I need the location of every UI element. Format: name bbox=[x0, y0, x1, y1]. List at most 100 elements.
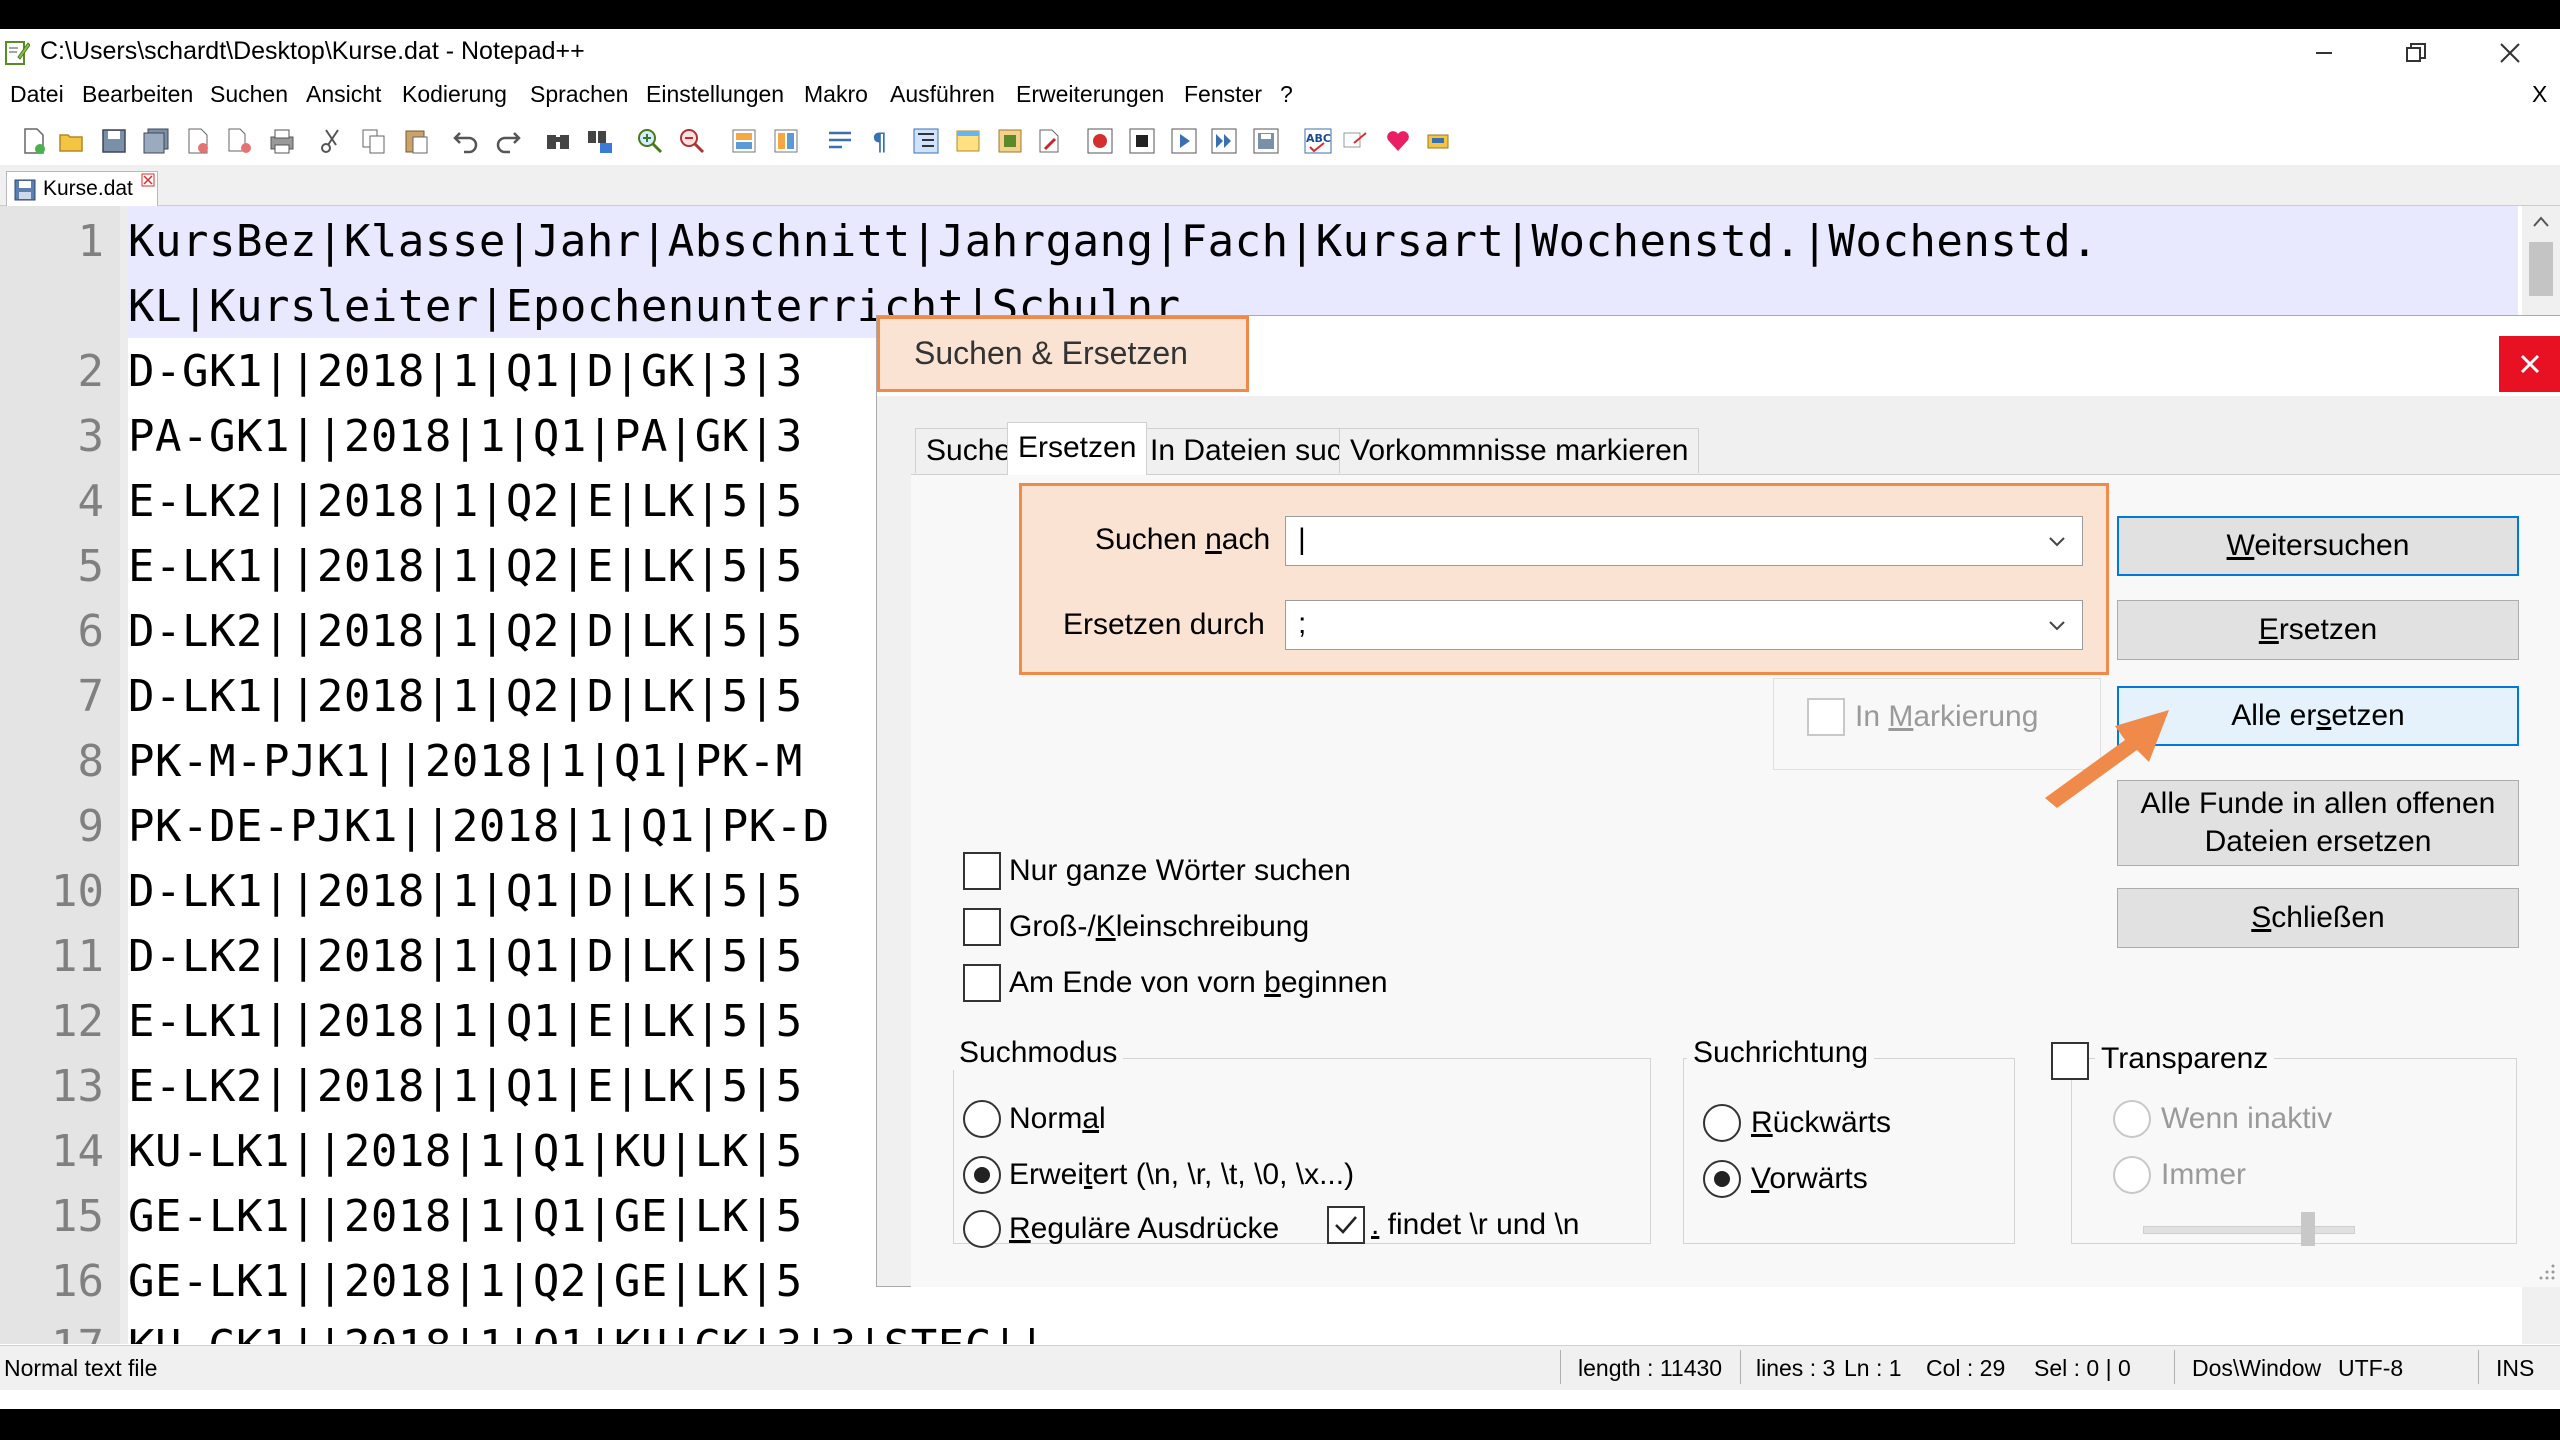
dialog-title: Suchen & Ersetzen bbox=[914, 335, 1188, 371]
word-wrap-icon[interactable] bbox=[826, 127, 854, 155]
new-file-icon[interactable] bbox=[20, 127, 48, 155]
mode-regex-radio[interactable] bbox=[963, 1210, 1001, 1248]
heart-icon[interactable] bbox=[1384, 127, 1412, 155]
show-all-characters-icon[interactable]: ¶ bbox=[866, 127, 894, 155]
mode-extended-radio[interactable] bbox=[963, 1156, 1001, 1194]
spell-check-icon[interactable]: ABC bbox=[1304, 127, 1332, 155]
replace-all-open-docs-button[interactable]: Alle Funde in allen offenen Dateien erse… bbox=[2117, 780, 2519, 866]
tab-vorkommnisse-markieren[interactable]: Vorkommnisse markieren bbox=[1339, 428, 1700, 473]
line-number: 6 bbox=[77, 606, 105, 657]
in-selection-checkbox[interactable] bbox=[1807, 698, 1845, 736]
menu-suchen[interactable]: Suchen bbox=[210, 81, 288, 108]
chevron-down-icon[interactable] bbox=[2042, 611, 2072, 641]
line-number: 2 bbox=[77, 346, 105, 397]
plugin-icon[interactable] bbox=[1424, 127, 1452, 155]
paste-icon[interactable] bbox=[402, 127, 430, 155]
arrow-pointer-icon bbox=[2045, 710, 2169, 808]
folder-workspace-icon[interactable] bbox=[1036, 127, 1064, 155]
function-list-icon[interactable] bbox=[996, 127, 1024, 155]
save-macro-icon[interactable] bbox=[1252, 127, 1280, 155]
scroll-up-icon[interactable] bbox=[2531, 214, 2551, 230]
replace-all-button[interactable]: Alle ersetzen bbox=[2117, 686, 2519, 746]
whole-word-checkbox[interactable] bbox=[963, 852, 1001, 890]
tab-close-icon[interactable] bbox=[141, 173, 155, 187]
match-case-checkbox[interactable] bbox=[963, 908, 1001, 946]
spell-check-next-icon[interactable] bbox=[1342, 127, 1370, 155]
copy-icon[interactable] bbox=[360, 127, 388, 155]
status-lines: lines : 3 bbox=[1756, 1355, 1836, 1381]
wrap-around-checkbox[interactable] bbox=[963, 964, 1001, 1002]
close-file-icon[interactable] bbox=[184, 127, 212, 155]
line-number: 3 bbox=[77, 411, 105, 462]
svg-text:ABC: ABC bbox=[1306, 132, 1331, 145]
close-icon bbox=[2520, 354, 2540, 374]
replace-value: ; bbox=[1298, 607, 1307, 640]
replace-icon[interactable] bbox=[586, 127, 614, 155]
window-close-button[interactable] bbox=[2464, 29, 2556, 77]
sync-vertical-icon[interactable] bbox=[730, 127, 758, 155]
line-number: 4 bbox=[77, 476, 105, 527]
open-file-icon[interactable] bbox=[58, 127, 86, 155]
menu-sprachen[interactable]: Sprachen bbox=[530, 81, 628, 108]
code-line: KursBez|Klasse|Jahr|Abschnitt|Jahrgang|F… bbox=[128, 216, 2099, 267]
save-icon[interactable] bbox=[100, 127, 128, 155]
resize-grip-icon[interactable] bbox=[2535, 1260, 2557, 1282]
find-icon[interactable] bbox=[544, 127, 572, 155]
dialog-close-button[interactable] bbox=[2499, 336, 2560, 392]
replace-input[interactable]: ; bbox=[1285, 600, 2083, 650]
transparency-slider-track[interactable] bbox=[2143, 1226, 2355, 1234]
menu-kodierung[interactable]: Kodierung bbox=[402, 81, 507, 108]
close-all-icon[interactable] bbox=[226, 127, 254, 155]
menu-bar: Datei Bearbeiten Suchen Ansicht Kodierun… bbox=[0, 77, 2560, 117]
restore-button[interactable] bbox=[2370, 29, 2462, 77]
menu-ausfuehren[interactable]: Ausführen bbox=[890, 81, 995, 108]
stop-macro-icon[interactable] bbox=[1128, 127, 1156, 155]
direction-down-radio[interactable] bbox=[1703, 1160, 1741, 1198]
direction-down-label: Vorwärts bbox=[1751, 1162, 1868, 1195]
transparency-always-radio[interactable] bbox=[2113, 1156, 2151, 1194]
transparency-title: Transparenz bbox=[2095, 1042, 2275, 1076]
status-insert-mode: INS bbox=[2496, 1355, 2535, 1381]
replace-button[interactable]: Ersetzen bbox=[2117, 600, 2519, 660]
menu-datei[interactable]: Datei bbox=[10, 81, 64, 108]
record-macro-icon[interactable] bbox=[1086, 127, 1114, 155]
menu-einstellungen[interactable]: Einstellungen bbox=[646, 81, 784, 108]
dot-matches-newline-checkbox[interactable] bbox=[1327, 1206, 1365, 1244]
scrollbar-thumb[interactable] bbox=[2529, 242, 2553, 296]
save-all-icon[interactable] bbox=[142, 127, 170, 155]
close-document-x[interactable]: X bbox=[2532, 81, 2547, 108]
minimize-button[interactable] bbox=[2278, 29, 2370, 77]
print-icon[interactable] bbox=[268, 127, 296, 155]
transparency-checkbox[interactable] bbox=[2051, 1042, 2089, 1080]
tab-kurse-dat[interactable]: Kurse.dat bbox=[6, 171, 158, 206]
menu-makro[interactable]: Makro bbox=[804, 81, 868, 108]
play-macro-icon[interactable] bbox=[1170, 127, 1198, 155]
close-dialog-button[interactable]: Schließen bbox=[2117, 888, 2519, 948]
tab-ersetzen[interactable]: Ersetzen bbox=[1007, 422, 1148, 475]
chevron-down-icon[interactable] bbox=[2042, 527, 2072, 557]
search-mode-title: Suchmodus bbox=[953, 1036, 1124, 1070]
find-input[interactable]: | bbox=[1285, 516, 2083, 566]
menu-erweiterungen[interactable]: Erweiterungen bbox=[1016, 81, 1164, 108]
find-label: Suchen nach bbox=[1095, 523, 1271, 556]
undo-icon[interactable] bbox=[452, 127, 480, 155]
zoom-out-icon[interactable] bbox=[678, 127, 706, 155]
menu-ansicht[interactable]: Ansicht bbox=[306, 81, 381, 108]
menu-bearbeiten[interactable]: Bearbeiten bbox=[82, 81, 193, 108]
direction-up-radio[interactable] bbox=[1703, 1104, 1741, 1142]
menu-fenster[interactable]: Fenster bbox=[1184, 81, 1262, 108]
sync-horizontal-icon[interactable] bbox=[772, 127, 800, 155]
menu-help[interactable]: ? bbox=[1280, 81, 1293, 108]
line-number: 9 bbox=[77, 801, 105, 852]
transparency-slider-thumb[interactable] bbox=[2301, 1212, 2315, 1246]
indent-guide-icon[interactable] bbox=[912, 127, 940, 155]
redo-icon[interactable] bbox=[494, 127, 522, 155]
doc-map-icon[interactable] bbox=[954, 127, 982, 155]
run-macro-multiple-icon[interactable] bbox=[1210, 127, 1238, 155]
direction-title: Suchrichtung bbox=[1687, 1036, 1875, 1070]
cut-icon[interactable] bbox=[318, 127, 346, 155]
find-next-button[interactable]: Weitersuchen bbox=[2117, 516, 2519, 576]
mode-normal-radio[interactable] bbox=[963, 1100, 1001, 1138]
transparency-inactive-radio[interactable] bbox=[2113, 1100, 2151, 1138]
zoom-in-icon[interactable] bbox=[636, 127, 664, 155]
